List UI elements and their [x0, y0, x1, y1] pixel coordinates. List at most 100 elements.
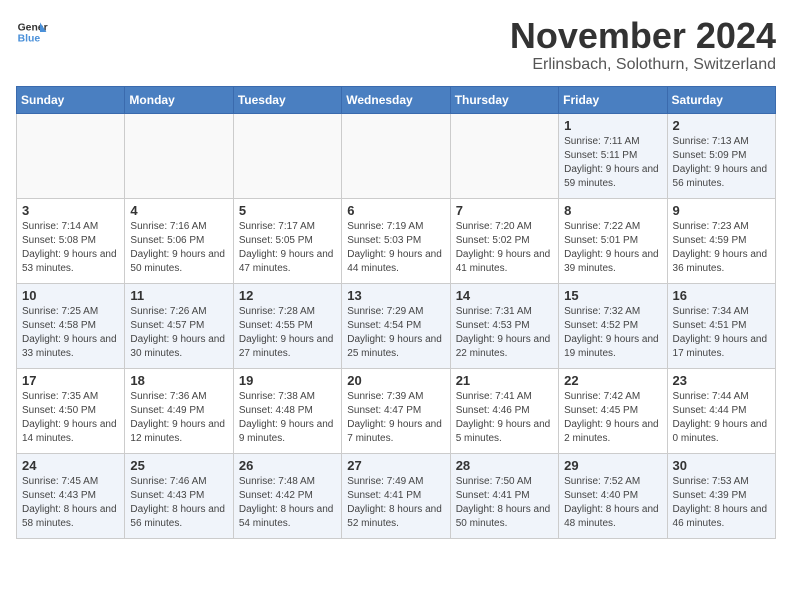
day-info: Sunrise: 7:26 AM Sunset: 4:57 PM Dayligh…	[130, 305, 227, 361]
calendar-cell: 7 Sunrise: 7:20 AM Sunset: 5:02 PM Daylig…	[450, 198, 558, 283]
day-info: Sunrise: 7:41 AM Sunset: 4:46 PM Dayligh…	[456, 390, 553, 446]
calendar-cell: 15 Sunrise: 7:32 AM Sunset: 4:52 PM Dayli…	[559, 283, 667, 368]
weekday-header-row: SundayMondayTuesdayWednesdayThursdayFrid…	[17, 86, 776, 113]
calendar-cell: 27Sunrise: 7:49 AM Sunset: 4:41 PM Dayli…	[342, 453, 450, 538]
day-info: Sunrise: 7:39 AM Sunset: 4:47 PM Dayligh…	[347, 390, 444, 446]
day-info: Sunrise: 7:13 AM Sunset: 5:09 PM Dayligh…	[673, 135, 770, 191]
calendar-cell: 16 Sunrise: 7:34 AM Sunset: 4:51 PM Dayli…	[667, 283, 775, 368]
day-info: Sunrise: 7:28 AM Sunset: 4:55 PM Dayligh…	[239, 305, 336, 361]
calendar-cell: 4Sunrise: 7:16 AM Sunset: 5:06 PM Daylig…	[125, 198, 233, 283]
calendar-cell: 9 Sunrise: 7:23 AM Sunset: 4:59 PM Daylig…	[667, 198, 775, 283]
day-info: Sunrise: 7:11 AM Sunset: 5:11 PM Dayligh…	[564, 135, 661, 191]
day-info: Sunrise: 7:35 AM Sunset: 4:50 PM Dayligh…	[22, 390, 119, 446]
day-number: 3	[22, 203, 119, 218]
day-number: 24	[22, 458, 119, 473]
calendar-cell: 22 Sunrise: 7:42 AM Sunset: 4:45 PM Dayli…	[559, 368, 667, 453]
day-info: Sunrise: 7:42 AM Sunset: 4:45 PM Dayligh…	[564, 390, 661, 446]
day-number: 12	[239, 288, 336, 303]
title-area: November 2024 Erlinsbach, Solothurn, Swi…	[510, 16, 776, 74]
day-number: 17	[22, 373, 119, 388]
day-info: Sunrise: 7:32 AM Sunset: 4:52 PM Dayligh…	[564, 305, 661, 361]
day-number: 18	[130, 373, 227, 388]
day-number: 21	[456, 373, 553, 388]
day-number: 20	[347, 373, 444, 388]
logo-icon: General Blue	[16, 16, 48, 48]
weekday-header-wednesday: Wednesday	[342, 86, 450, 113]
calendar-cell: 8Sunrise: 7:22 AM Sunset: 5:01 PM Daylig…	[559, 198, 667, 283]
day-number: 26	[239, 458, 336, 473]
calendar-cell	[125, 113, 233, 198]
day-number: 5	[239, 203, 336, 218]
day-number: 28	[456, 458, 553, 473]
day-number: 1	[564, 118, 661, 133]
calendar-cell: 17 Sunrise: 7:35 AM Sunset: 4:50 PM Dayli…	[17, 368, 125, 453]
day-info: Sunrise: 7:38 AM Sunset: 4:48 PM Dayligh…	[239, 390, 336, 446]
day-number: 25	[130, 458, 227, 473]
day-number: 2	[673, 118, 770, 133]
day-number: 4	[130, 203, 227, 218]
day-info: Sunrise: 7:31 AM Sunset: 4:53 PM Dayligh…	[456, 305, 553, 361]
weekday-header-monday: Monday	[125, 86, 233, 113]
logo: General Blue	[16, 16, 48, 48]
calendar-cell: 28 Sunrise: 7:50 AM Sunset: 4:41 PM Dayli…	[450, 453, 558, 538]
weekday-header-sunday: Sunday	[17, 86, 125, 113]
week-row-2: 3 Sunrise: 7:14 AM Sunset: 5:08 PM Daylig…	[17, 198, 776, 283]
calendar-cell: 2 Sunrise: 7:13 AM Sunset: 5:09 PM Daylig…	[667, 113, 775, 198]
day-info: Sunrise: 7:25 AM Sunset: 4:58 PM Dayligh…	[22, 305, 119, 361]
day-number: 11	[130, 288, 227, 303]
calendar-cell	[342, 113, 450, 198]
day-number: 8	[564, 203, 661, 218]
calendar-cell: 12 Sunrise: 7:28 AM Sunset: 4:55 PM Dayli…	[233, 283, 341, 368]
header: General Blue November 2024 Erlinsbach, S…	[16, 16, 776, 74]
calendar-cell: 1 Sunrise: 7:11 AM Sunset: 5:11 PM Daylig…	[559, 113, 667, 198]
day-info: Sunrise: 7:36 AM Sunset: 4:49 PM Dayligh…	[130, 390, 227, 446]
calendar-cell: 29Sunrise: 7:52 AM Sunset: 4:40 PM Dayli…	[559, 453, 667, 538]
weekday-header-saturday: Saturday	[667, 86, 775, 113]
calendar-cell: 21 Sunrise: 7:41 AM Sunset: 4:46 PM Dayli…	[450, 368, 558, 453]
day-info: Sunrise: 7:34 AM Sunset: 4:51 PM Dayligh…	[673, 305, 770, 361]
weekday-header-friday: Friday	[559, 86, 667, 113]
calendar-cell: 6Sunrise: 7:19 AM Sunset: 5:03 PM Daylig…	[342, 198, 450, 283]
day-info: Sunrise: 7:14 AM Sunset: 5:08 PM Dayligh…	[22, 220, 119, 276]
day-number: 14	[456, 288, 553, 303]
calendar-cell: 26 Sunrise: 7:48 AM Sunset: 4:42 PM Dayli…	[233, 453, 341, 538]
day-info: Sunrise: 7:23 AM Sunset: 4:59 PM Dayligh…	[673, 220, 770, 276]
day-info: Sunrise: 7:29 AM Sunset: 4:54 PM Dayligh…	[347, 305, 444, 361]
calendar-cell: 14 Sunrise: 7:31 AM Sunset: 4:53 PM Dayli…	[450, 283, 558, 368]
calendar-cell: 10Sunrise: 7:25 AM Sunset: 4:58 PM Dayli…	[17, 283, 125, 368]
day-number: 16	[673, 288, 770, 303]
week-row-3: 10Sunrise: 7:25 AM Sunset: 4:58 PM Dayli…	[17, 283, 776, 368]
week-row-1: 1 Sunrise: 7:11 AM Sunset: 5:11 PM Daylig…	[17, 113, 776, 198]
calendar-cell	[450, 113, 558, 198]
week-row-5: 24 Sunrise: 7:45 AM Sunset: 4:43 PM Dayli…	[17, 453, 776, 538]
day-info: Sunrise: 7:48 AM Sunset: 4:42 PM Dayligh…	[239, 475, 336, 531]
calendar-table: SundayMondayTuesdayWednesdayThursdayFrid…	[16, 86, 776, 539]
calendar-cell: 19 Sunrise: 7:38 AM Sunset: 4:48 PM Dayli…	[233, 368, 341, 453]
day-number: 22	[564, 373, 661, 388]
day-number: 29	[564, 458, 661, 473]
calendar-cell	[17, 113, 125, 198]
day-number: 9	[673, 203, 770, 218]
calendar-cell: 5 Sunrise: 7:17 AM Sunset: 5:05 PM Daylig…	[233, 198, 341, 283]
day-info: Sunrise: 7:46 AM Sunset: 4:43 PM Dayligh…	[130, 475, 227, 531]
weekday-header-thursday: Thursday	[450, 86, 558, 113]
day-number: 30	[673, 458, 770, 473]
day-number: 19	[239, 373, 336, 388]
calendar-cell: 13 Sunrise: 7:29 AM Sunset: 4:54 PM Dayli…	[342, 283, 450, 368]
day-info: Sunrise: 7:49 AM Sunset: 4:41 PM Dayligh…	[347, 475, 444, 531]
calendar-cell: 3 Sunrise: 7:14 AM Sunset: 5:08 PM Daylig…	[17, 198, 125, 283]
day-number: 7	[456, 203, 553, 218]
calendar-cell	[233, 113, 341, 198]
calendar-cell: 18 Sunrise: 7:36 AM Sunset: 4:49 PM Dayli…	[125, 368, 233, 453]
calendar-cell: 24 Sunrise: 7:45 AM Sunset: 4:43 PM Dayli…	[17, 453, 125, 538]
day-info: Sunrise: 7:45 AM Sunset: 4:43 PM Dayligh…	[22, 475, 119, 531]
day-number: 13	[347, 288, 444, 303]
day-info: Sunrise: 7:19 AM Sunset: 5:03 PM Dayligh…	[347, 220, 444, 276]
week-row-4: 17 Sunrise: 7:35 AM Sunset: 4:50 PM Dayli…	[17, 368, 776, 453]
day-info: Sunrise: 7:50 AM Sunset: 4:41 PM Dayligh…	[456, 475, 553, 531]
day-number: 15	[564, 288, 661, 303]
calendar-cell: 23Sunrise: 7:44 AM Sunset: 4:44 PM Dayli…	[667, 368, 775, 453]
calendar-cell: 30Sunrise: 7:53 AM Sunset: 4:39 PM Dayli…	[667, 453, 775, 538]
day-info: Sunrise: 7:17 AM Sunset: 5:05 PM Dayligh…	[239, 220, 336, 276]
day-info: Sunrise: 7:20 AM Sunset: 5:02 PM Dayligh…	[456, 220, 553, 276]
